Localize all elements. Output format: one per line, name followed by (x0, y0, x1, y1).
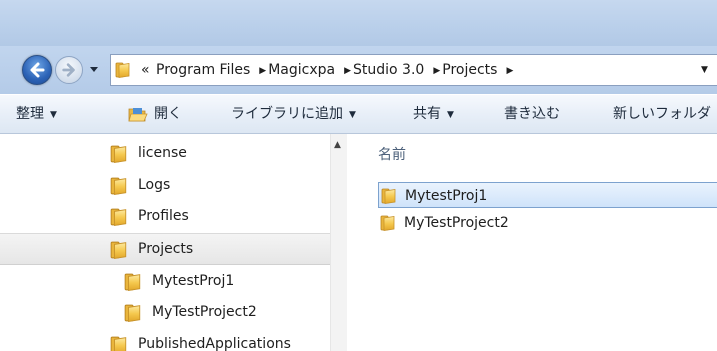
file-item-mytestproj1[interactable]: MytestProj1 (378, 182, 717, 208)
burn-button[interactable]: 書き込む (504, 95, 560, 134)
organize-button[interactable]: 整理 ▼ (16, 95, 57, 134)
breadcrumb-separator[interactable]: ▶ (506, 56, 513, 86)
chevron-down-icon: ▼ (50, 110, 57, 120)
file-list-pane[interactable]: 名前 MytestProj1 MyTestProject2 (348, 134, 717, 351)
history-dropdown-button[interactable] (88, 62, 100, 76)
tree-item-label: Logs (138, 177, 171, 193)
share-button[interactable]: 共有 ▼ (413, 95, 454, 134)
breadcrumb-program-files[interactable]: Program Files (156, 62, 250, 78)
add-to-library-button[interactable]: ライブラリに追加 ▼ (231, 95, 356, 134)
folder-icon (110, 145, 128, 163)
breadcrumb-overflow-button[interactable]: « (141, 62, 150, 78)
navigation-scrollbar[interactable]: ▲ (330, 134, 347, 351)
folder-icon (380, 215, 396, 231)
burn-label: 書き込む (504, 106, 560, 122)
new-folder-button[interactable]: 新しいフォルダ (613, 95, 711, 134)
column-header-name[interactable]: 名前 (378, 144, 406, 164)
folder-icon (381, 188, 397, 204)
scroll-up-arrow-icon[interactable]: ▲ (334, 140, 341, 150)
tree-item-label: Projects (138, 241, 194, 257)
forward-arrow-icon (62, 63, 75, 77)
tree-item-label: MytestProj1 (152, 273, 235, 289)
breadcrumb-magicxpa[interactable]: Magicxpa (268, 62, 335, 78)
folder-icon (124, 304, 142, 322)
open-folder-icon (128, 108, 148, 122)
file-item-label: MyTestProject2 (404, 215, 509, 231)
breadcrumb: « Program Files ▶ Magicxpa ▶ Studio 3.0 ▶ Proj… (141, 55, 515, 85)
folder-icon (110, 241, 128, 259)
folder-icon (110, 177, 128, 195)
breadcrumb-separator[interactable]: ▶ (344, 56, 351, 86)
forward-button[interactable] (55, 56, 83, 84)
file-item-label: MytestProj1 (405, 188, 488, 204)
open-button[interactable]: 開く (128, 95, 182, 134)
navigation-bar: « Program Files ▶ Magicxpa ▶ Studio 3.0 ▶ Proj… (0, 46, 717, 94)
tree-item-label: PublishedApplications (138, 336, 291, 351)
navigation-pane[interactable]: license Logs Profiles Projects MytestPro… (0, 134, 331, 351)
back-button[interactable] (22, 55, 52, 85)
breadcrumb-separator[interactable]: ▶ (259, 56, 266, 86)
tree-item-label: license (138, 145, 187, 161)
open-label: 開く (154, 106, 182, 122)
address-bar[interactable]: « Program Files ▶ Magicxpa ▶ Studio 3.0 ▶ Proj… (110, 54, 717, 86)
organize-label: 整理 (16, 106, 44, 122)
breadcrumb-studio[interactable]: Studio 3.0 (353, 62, 424, 78)
address-dropdown-button[interactable]: ▼ (701, 55, 708, 85)
tree-item-label: Profiles (138, 208, 189, 224)
chevron-down-icon: ▼ (447, 110, 454, 120)
folder-icon (110, 336, 128, 351)
new-folder-label: 新しいフォルダ (613, 106, 711, 122)
folder-icon (115, 62, 131, 78)
share-label: 共有 (413, 106, 441, 122)
window-title-bar (0, 0, 717, 46)
folder-icon (124, 273, 142, 291)
breadcrumb-separator[interactable]: ▶ (433, 56, 440, 86)
tree-item-label: MyTestProject2 (152, 304, 257, 320)
add-to-library-label: ライブラリに追加 (231, 106, 343, 122)
back-arrow-icon (30, 62, 45, 78)
breadcrumb-projects[interactable]: Projects (442, 62, 497, 78)
folder-icon (110, 208, 128, 226)
command-toolbar: 整理 ▼ 開く ライブラリに追加 ▼ 共有 ▼ 書き込む 新しいフォルダ (0, 94, 717, 134)
chevron-down-icon: ▼ (349, 110, 356, 120)
